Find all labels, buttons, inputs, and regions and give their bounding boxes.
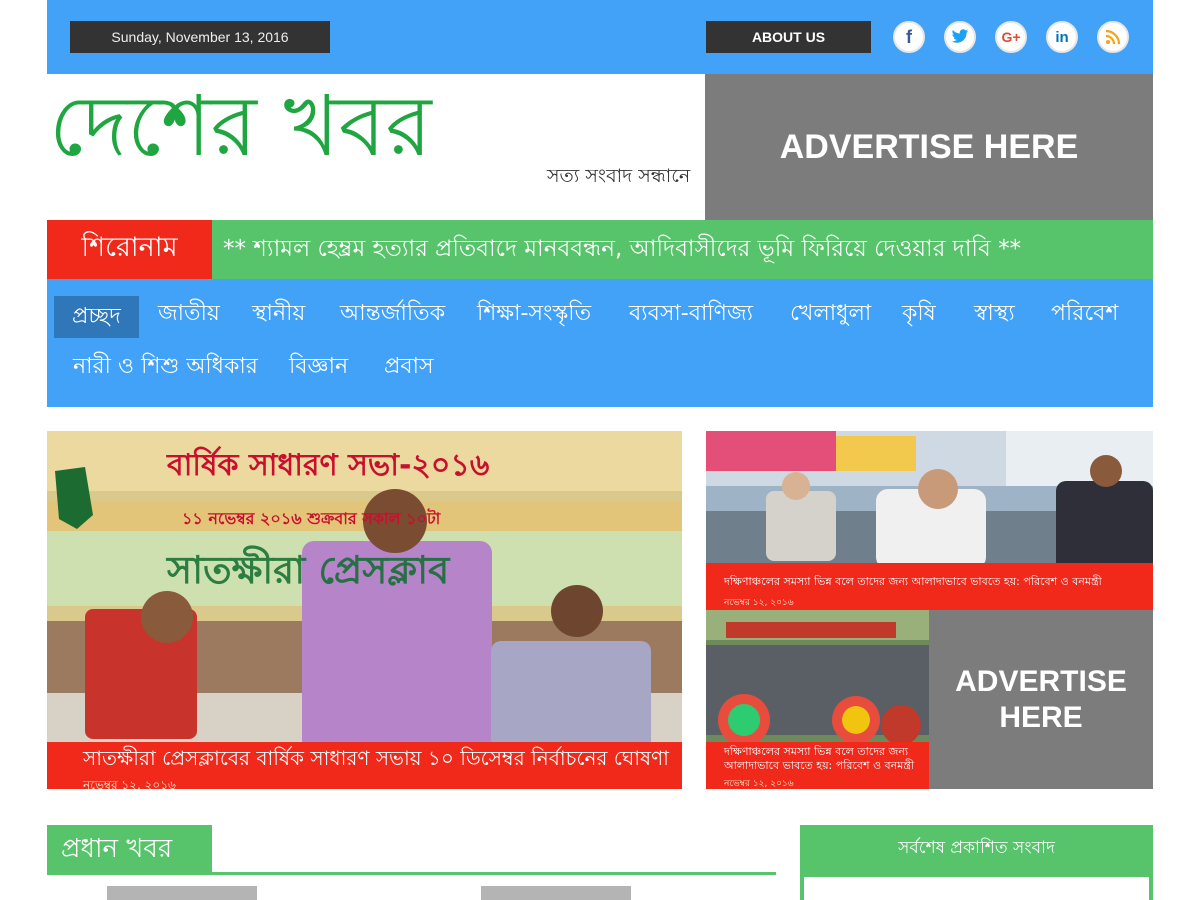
featured-main-date: নভেম্বর ১২, ২০১৬ xyxy=(83,778,176,789)
site-logo[interactable]: দেশের খবর সত্য সংবাদ সন্ধানে xyxy=(47,74,705,220)
top-bar: Sunday, November 13, 2016 ABOUT US f G+ … xyxy=(47,0,1153,74)
rss-icon xyxy=(1105,29,1121,45)
main-news-thumbnail[interactable] xyxy=(481,886,631,900)
page: Sunday, November 13, 2016 ABOUT US f G+ … xyxy=(47,0,1153,900)
main-news-title: প্রধান খবর xyxy=(47,825,212,875)
facebook-icon: f xyxy=(906,26,912,47)
google-plus-button[interactable]: G+ xyxy=(995,21,1027,53)
logo-tagline: সত্য সংবাদ সন্ধানে xyxy=(547,165,691,187)
nav-item-environment[interactable]: পরিবেশ xyxy=(1051,293,1118,335)
nav-item-science[interactable]: বিজ্ঞান xyxy=(289,346,348,388)
linkedin-icon: in xyxy=(1055,28,1069,46)
breaking-news-bar: শিরোনাম ** শ্যামল হেম্ব্রম হত্যার প্রতিব… xyxy=(47,220,1153,279)
rss-button[interactable] xyxy=(1097,21,1129,53)
featured-banner-line1: বার্ষিক সাধারণ সভা-২০১৬ xyxy=(167,448,490,483)
nav-item-women-children[interactable]: নারী ও শিশু অধিকার xyxy=(73,346,258,388)
side-story-2-date: নভেম্বর ১২, ২০১৬ xyxy=(724,778,794,789)
nav-item-education-culture[interactable]: শিক্ষা-সংস্কৃতি xyxy=(477,293,591,335)
latest-news-widget: সর্বশেষ প্রকাশিত সংবাদ xyxy=(800,825,1153,900)
featured-banner-line2: ১১ নভেম্বর ২০১৬ শুক্রবার সকাল ১০টা xyxy=(182,509,441,528)
main-news-thumbnail[interactable] xyxy=(107,886,257,900)
nav-item-expat[interactable]: প্রবাস xyxy=(384,346,434,388)
featured-banner-line3: সাতক্ষীরা প্রেসক্লাব xyxy=(167,548,450,592)
linkedin-button[interactable]: in xyxy=(1046,21,1078,53)
latest-news-list xyxy=(804,877,1149,900)
breaking-news-ticker[interactable]: ** শ্যামল হেম্ব্রম হত্যার প্রতিবাদে মানব… xyxy=(223,220,1143,279)
twitter-icon xyxy=(951,29,969,45)
featured-story-main[interactable]: বার্ষিক সাধারণ সভা-২০১৬ ১১ নভেম্বর ২০১৬ … xyxy=(47,431,682,789)
side-story-2-caption: দক্ষিণাঞ্চলের সমস্যা ভিন্ন বলে তাদের জন্… xyxy=(706,742,929,789)
main-news-section-header: প্রধান খবর xyxy=(47,825,776,875)
featured-main-caption: সাতক্ষীরা প্রেসক্লাবের বার্ষিক সাধারণ সভ… xyxy=(47,742,682,789)
facebook-button[interactable]: f xyxy=(893,21,925,53)
side-story-1-date: নভেম্বর ১২, ২০১৬ xyxy=(724,598,794,608)
twitter-button[interactable] xyxy=(944,21,976,53)
nav-item-international[interactable]: আন্তর্জাতিক xyxy=(340,293,445,335)
nav-item-sports[interactable]: খেলাধুলা xyxy=(790,293,871,335)
latest-news-title: সর্বশেষ প্রকাশিত সংবাদ xyxy=(898,838,1055,858)
featured-story-side-2[interactable]: দক্ষিণাঞ্চলের সমস্যা ভিন্ন বলে তাদের জন্… xyxy=(706,610,929,789)
side-story-1-caption: দক্ষিণাঞ্চলের সমস্যা ভিন্ন বলে তাদের জন্… xyxy=(706,563,1153,610)
side-story-2-title[interactable]: দক্ষিণাঞ্চলের সমস্যা ভিন্ন বলে তাদের জন্… xyxy=(724,745,924,773)
breaking-news-label: শিরোনাম xyxy=(47,220,212,279)
side-story-1-title[interactable]: দক্ষিণাঞ্চলের সমস্যা ভিন্ন বলে তাদের জন্… xyxy=(724,573,1153,592)
current-date: Sunday, November 13, 2016 xyxy=(70,21,330,53)
main-navigation: প্রচ্ছদ জাতীয় স্থানীয় আন্তর্জাতিক শিক্… xyxy=(47,279,1153,407)
nav-item-health[interactable]: স্বাস্থ্য xyxy=(974,293,1015,335)
nav-item-national[interactable]: জাতীয় xyxy=(158,293,220,335)
nav-item-home[interactable]: প্রচ্ছদ xyxy=(54,296,139,338)
featured-story-side-1[interactable]: দক্ষিণাঞ্চলের সমস্যা ভিন্ন বলে তাদের জন্… xyxy=(706,431,1153,610)
top-advertisement[interactable]: ADVERTISE HERE xyxy=(705,74,1153,220)
side-advertisement[interactable]: ADVERTISE HERE xyxy=(929,610,1153,789)
google-plus-icon: G+ xyxy=(1001,29,1021,45)
featured-main-title[interactable]: সাতক্ষীরা প্রেসক্লাবের বার্ষিক সাধারণ সভ… xyxy=(83,744,682,777)
about-us-button[interactable]: ABOUT US xyxy=(706,21,871,53)
logo-title: দেশের খবর xyxy=(49,77,432,175)
nav-item-local[interactable]: স্থানীয় xyxy=(252,293,305,335)
nav-item-business[interactable]: ব্যবসা-বাণিজ্য xyxy=(629,293,753,335)
nav-item-agriculture[interactable]: কৃষি xyxy=(902,293,936,335)
